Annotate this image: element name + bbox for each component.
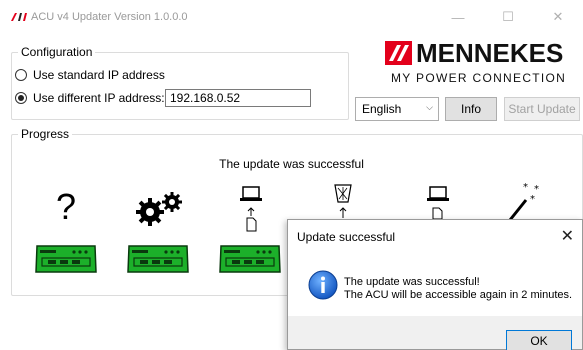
- info-icon: [308, 270, 338, 300]
- svg-text:*: *: [523, 182, 528, 193]
- standard-ip-radio[interactable]: [15, 69, 27, 81]
- different-ip-option[interactable]: Use different IP address:: [15, 91, 165, 105]
- gears-icon: [136, 192, 182, 226]
- dialog-message-line2: The ACU will be accessible again in 2 mi…: [344, 289, 573, 301]
- minimize-button[interactable]: —: [441, 6, 475, 28]
- standard-ip-option[interactable]: Use standard IP address: [15, 68, 165, 82]
- mennekes-logo-icon: [385, 41, 412, 65]
- question-mark-icon: ?: [56, 186, 77, 227]
- dialog-close-button[interactable]: ✕: [561, 226, 574, 246]
- window-title: ACU v4 Updater Version 1.0.0.0: [31, 11, 188, 23]
- update-status: The update was successful: [219, 157, 364, 171]
- app-logo-icon: [11, 13, 27, 21]
- dialog-title-bar: Update successful ✕: [288, 220, 582, 252]
- dialog-body: The update was successful! The ACU will …: [288, 252, 582, 316]
- update-successful-dialog: Update successful ✕ The update was succe…: [287, 219, 583, 350]
- svg-text:*: *: [530, 194, 535, 205]
- language-select[interactable]: English ⌵: [355, 97, 439, 121]
- magic-wand-icon: * * *: [508, 182, 539, 221]
- start-update-button[interactable]: Start Update: [504, 97, 580, 121]
- configuration-legend: Configuration: [18, 45, 96, 59]
- close-button[interactable]: ✕: [541, 6, 575, 28]
- different-ip-radio[interactable]: [15, 92, 27, 104]
- dialog-title: Update successful: [297, 230, 396, 244]
- progress-legend: Progress: [18, 127, 73, 141]
- brand-name: MENNEKES: [416, 38, 564, 68]
- laptop-upload-icon: [240, 186, 262, 232]
- ip-address-input[interactable]: 192.168.0.52: [165, 89, 311, 107]
- title-bar: ACU v4 Updater Version 1.0.0.0 — ☐ ✕: [0, 0, 583, 32]
- info-button[interactable]: Info: [445, 97, 497, 121]
- dialog-message-line1: The update was successful!: [344, 276, 480, 288]
- acu-device-icon: [35, 245, 97, 273]
- chevron-down-icon: ⌵: [426, 102, 433, 112]
- language-selected: English: [362, 102, 402, 116]
- configuration-group: Configuration: [11, 45, 349, 120]
- different-ip-label: Use different IP address:: [33, 91, 165, 105]
- standard-ip-label: Use standard IP address: [33, 68, 165, 82]
- brand-slogan: MY POWER CONNECTION: [391, 71, 567, 85]
- acu-device-icon: [219, 245, 281, 273]
- maximize-button[interactable]: ☐: [491, 6, 525, 28]
- ok-button[interactable]: OK: [506, 330, 572, 350]
- acu-device-icon: [127, 245, 189, 273]
